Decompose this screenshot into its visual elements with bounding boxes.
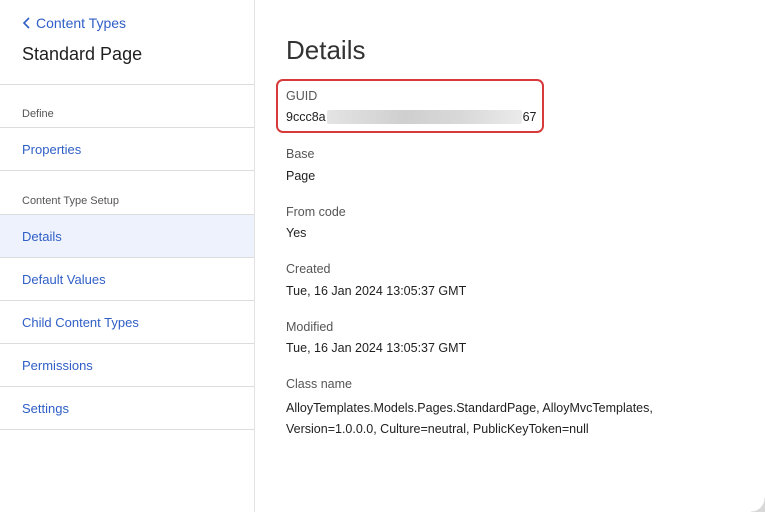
- base-label: Base: [286, 147, 315, 161]
- back-link-label: Content Types: [36, 15, 127, 31]
- window-corner: [751, 498, 765, 512]
- created-label: Created: [286, 262, 331, 276]
- guid-value: 9ccc8a 67: [286, 110, 537, 124]
- sidebar-item-child-content-types[interactable]: Child Content Types: [0, 301, 254, 344]
- guid-label: GUID: [286, 89, 318, 103]
- from-code-value: Yes: [286, 226, 307, 240]
- details-panel: Details GUID 9ccc8a 67 Base Page From co…: [256, 0, 765, 512]
- sidebar-item-properties[interactable]: Properties: [0, 128, 254, 171]
- from-code-label: From code: [286, 205, 346, 219]
- class-name-value: AlloyTemplates.Models.Pages.StandardPage…: [286, 401, 653, 436]
- section-label-content-type-setup: Content Type Setup: [22, 195, 120, 207]
- modified-value: Tue, 16 Jan 2024 13:05:37 GMT: [286, 341, 467, 355]
- back-to-content-types-link[interactable]: Content Types: [22, 15, 126, 31]
- app-window: Content Types Standard Page Define Prope…: [0, 0, 765, 512]
- page-title: Details: [286, 35, 366, 65]
- class-name-label: Class name: [286, 377, 352, 391]
- guid-prefix: 9ccc8a: [286, 110, 326, 124]
- base-value: Page: [286, 169, 316, 183]
- sidebar-item-default-values[interactable]: Default Values: [0, 258, 254, 301]
- sidebar: Content Types Standard Page Define Prope…: [0, 0, 255, 512]
- divider: [0, 84, 254, 85]
- modified-label: Modified: [286, 320, 334, 334]
- sidebar-item-details[interactable]: Details: [0, 215, 254, 258]
- guid-highlight-box: [276, 79, 544, 133]
- created-value: Tue, 16 Jan 2024 13:05:37 GMT: [286, 284, 467, 298]
- content-type-title: Standard Page: [22, 44, 143, 64]
- chevron-left-icon: [22, 15, 34, 31]
- section-label-define: Define: [22, 108, 54, 120]
- guid-redacted-blur: [326, 110, 522, 124]
- sidebar-item-settings[interactable]: Settings: [0, 387, 254, 430]
- guid-suffix: 67: [522, 110, 537, 124]
- sidebar-item-permissions[interactable]: Permissions: [0, 344, 254, 387]
